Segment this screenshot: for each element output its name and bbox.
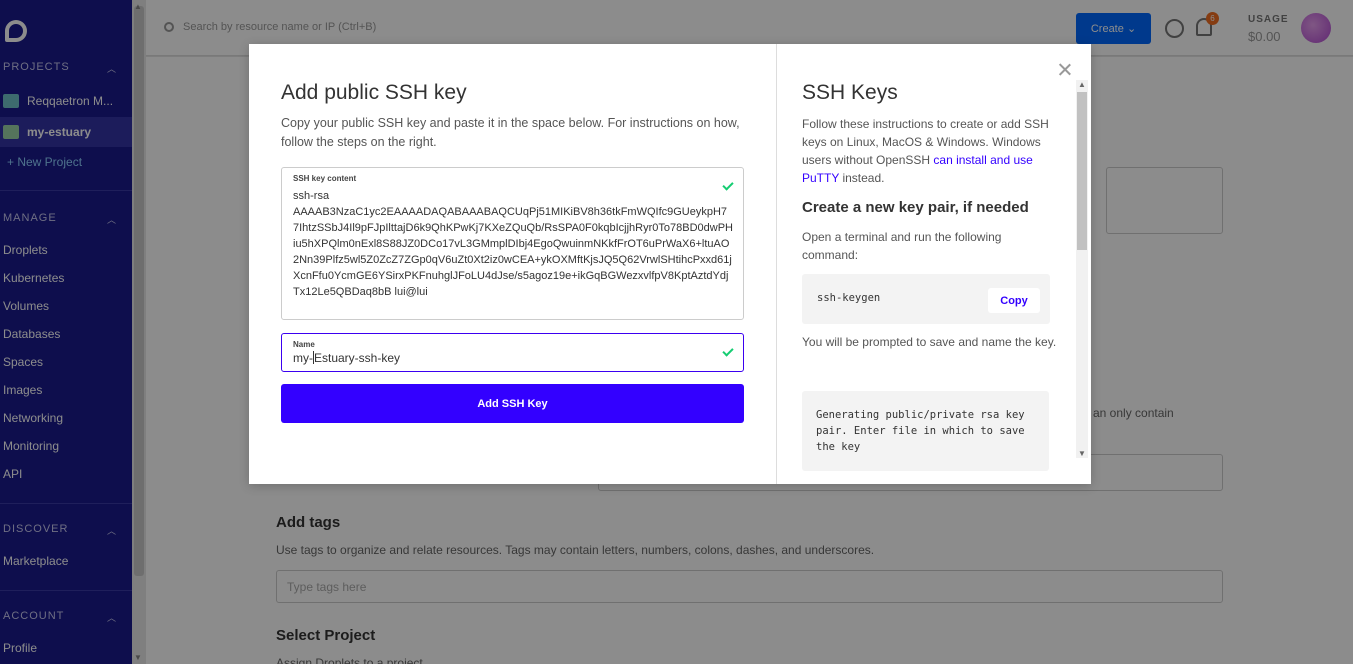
help-step-2: You will be prompted to save and name th… <box>802 335 1057 349</box>
help-intro-end: instead. <box>839 171 885 185</box>
modal-title: Add public SSH key <box>281 81 467 104</box>
key-name-input[interactable]: Name my-Estuary-ssh-key <box>281 333 744 372</box>
help-step-1: Open a terminal and run the following co… <box>802 230 1002 262</box>
scroll-down-arrow-icon[interactable]: ▼ <box>1078 449 1086 458</box>
ssh-key-textarea[interactable]: SSH key content ssh-rsa AAAAB3NzaC1yc2EA… <box>281 167 744 320</box>
output-text: Generating public/private rsa key pair. … <box>816 409 1025 453</box>
ssh-help-panel: SSH Keys Follow these instructions to cr… <box>776 44 1091 484</box>
modal-description: Copy your public SSH key and paste it in… <box>281 116 740 149</box>
command-text: ssh-keygen <box>817 292 881 304</box>
add-ssh-key-modal: Add public SSH key Copy your public SSH … <box>249 44 1091 484</box>
add-ssh-key-button[interactable]: Add SSH Key <box>281 384 744 423</box>
ssh-key-label: SSH key content <box>293 174 357 183</box>
name-value-start: my- <box>293 351 313 365</box>
help-subtitle: Create a new key pair, if needed <box>802 199 1029 216</box>
copy-button[interactable]: Copy <box>988 288 1040 313</box>
name-value[interactable]: my-Estuary-ssh-key <box>293 351 400 365</box>
output-block: Generating public/private rsa key pair. … <box>802 391 1049 471</box>
checkmark-icon <box>722 345 734 357</box>
help-intro: Follow these instructions to create or a… <box>802 115 1057 187</box>
ssh-form-panel: Add public SSH key Copy your public SSH … <box>249 44 776 484</box>
scrollbar-thumb[interactable] <box>1077 92 1087 250</box>
name-label: Name <box>293 340 315 349</box>
name-value-end: Estuary-ssh-key <box>314 351 401 365</box>
help-title: SSH Keys <box>802 81 898 104</box>
scroll-up-arrow-icon[interactable]: ▲ <box>1078 80 1086 89</box>
command-block: ssh-keygen Copy <box>802 274 1050 324</box>
ssh-key-content[interactable]: ssh-rsa AAAAB3NzaC1yc2EAAAADAQABAAABAQCU… <box>293 188 733 300</box>
help-scrollbar[interactable]: ▲ ▼ <box>1076 80 1088 458</box>
